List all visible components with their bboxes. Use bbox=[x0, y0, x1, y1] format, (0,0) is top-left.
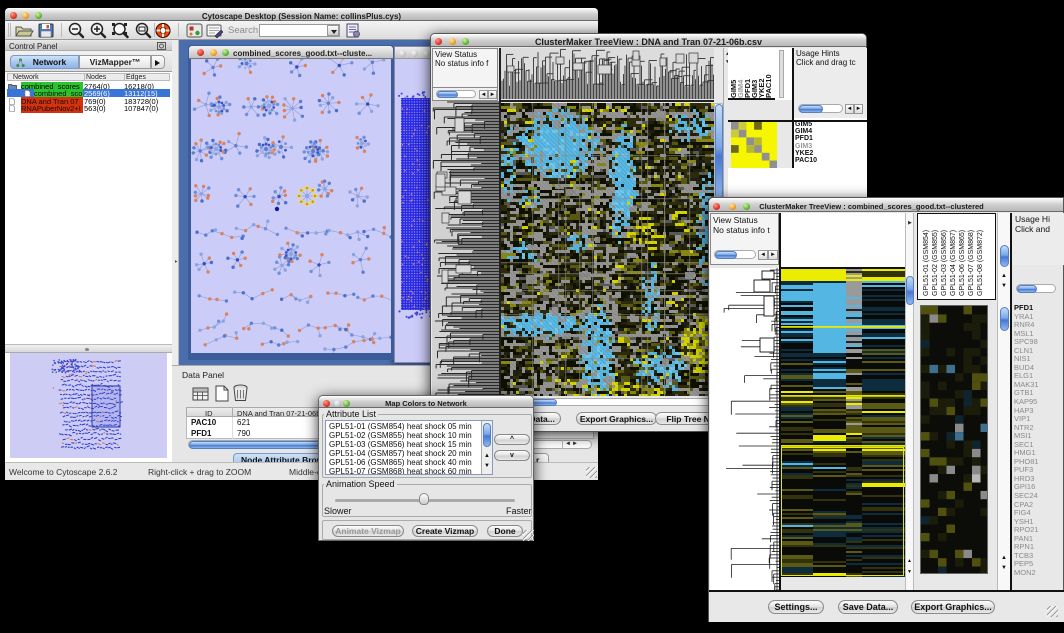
svg-text:PAC10: PAC10 bbox=[764, 74, 773, 98]
